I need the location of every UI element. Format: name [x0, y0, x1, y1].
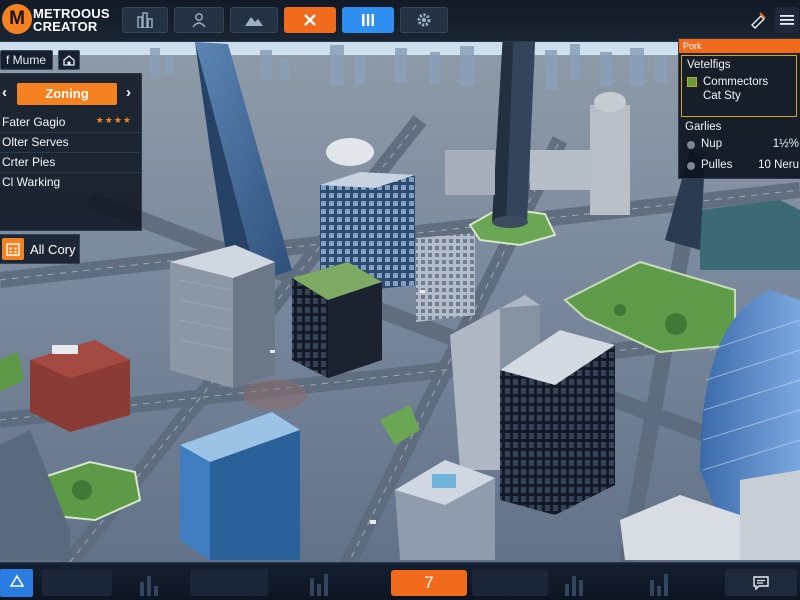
terrain-button[interactable]	[230, 7, 278, 33]
settings-button[interactable]	[400, 7, 448, 33]
connectors-label: Commectors	[703, 76, 769, 88]
status-dot	[687, 162, 695, 170]
worker-icon	[192, 13, 206, 28]
close-icon	[304, 14, 316, 26]
zoning-title: Zoning	[17, 83, 117, 105]
zoning-item[interactable]: Cl Warking	[2, 175, 138, 189]
app-logo-text: METROOUS CREATOR	[33, 7, 110, 33]
divider	[0, 152, 142, 153]
workers-button[interactable]	[174, 7, 224, 33]
toolbar-slot[interactable]	[472, 569, 548, 596]
zoning-header: ‹ Zoning ›	[0, 80, 142, 106]
zoning-item-label: Fater Gagio	[2, 115, 66, 129]
stats-bars-icon	[650, 574, 668, 596]
zoning-item-label: Olter Serves	[2, 135, 69, 149]
city-name-label: f Mume	[6, 53, 47, 67]
gear-icon	[417, 13, 431, 27]
stat-label: Pulles	[701, 159, 733, 171]
speed-indicator-button[interactable]: 7	[391, 570, 467, 596]
menu-icon	[780, 15, 794, 25]
city-buildings-icon	[137, 12, 153, 28]
zoning-item[interactable]: Fater Gagio ★★★★	[2, 115, 138, 129]
chat-button[interactable]	[725, 569, 797, 596]
connectors-icon	[687, 77, 697, 87]
stats-bars-icon	[140, 576, 158, 596]
city-name-chip[interactable]: f Mume	[0, 50, 53, 70]
stat-label: Nup	[701, 138, 723, 150]
app-logo-badge: M	[2, 4, 32, 34]
stat-value: 1½%	[772, 138, 799, 150]
top-toolbar: M METROOUS CREATOR	[0, 0, 800, 42]
alert-button[interactable]	[0, 569, 33, 597]
bulldoze-tool-button[interactable]	[745, 7, 771, 33]
galleries-title: Garlies	[685, 121, 722, 133]
category-icon-box	[2, 238, 24, 260]
toolbar-slot[interactable]	[190, 569, 268, 596]
zoning-item-label: Crter Pies	[2, 155, 56, 169]
home-icon	[63, 54, 75, 66]
zoning-prev-arrow[interactable]: ‹	[2, 84, 7, 101]
zoning-item-label: Cl Warking	[2, 175, 61, 189]
calendar-grid-icon	[6, 243, 20, 256]
main-menu-button[interactable]	[775, 7, 799, 33]
stats-bars-icon	[310, 574, 328, 596]
logo-line-2: CREATOR	[33, 19, 98, 34]
zoning-item[interactable]: Olter Serves	[2, 135, 138, 149]
bulldoze-icon	[751, 12, 766, 29]
columns-view-button[interactable]	[342, 7, 394, 33]
terrain-icon	[245, 17, 263, 26]
zoning-panel: ‹ Zoning › Fater Gagio ★★★★ Olter Serves…	[0, 73, 142, 231]
chat-icon	[753, 575, 769, 590]
toolbar-slot[interactable]	[42, 569, 112, 596]
home-button[interactable]	[58, 50, 80, 70]
all-category-label: All Cory	[30, 241, 76, 257]
city-buildings-button[interactable]	[122, 7, 168, 33]
zoning-next-arrow[interactable]: ›	[126, 84, 131, 101]
info-panel: Pork Vetelfigs Commectors Cat Sty Garlie…	[678, 38, 800, 179]
status-dot	[687, 141, 695, 149]
bulldoze-mode-button[interactable]	[284, 7, 336, 33]
zoning-item[interactable]: Crter Pies	[2, 155, 138, 169]
city-style-label: Cat Sty	[703, 90, 741, 102]
divider	[0, 132, 142, 133]
bottom-toolbar: 7	[0, 562, 800, 600]
vehicles-title: Vetelfigs	[687, 59, 731, 71]
stats-bars-icon	[565, 576, 583, 596]
rating-stars: ★★★★	[95, 115, 132, 125]
info-panel-header: Pork	[679, 39, 800, 53]
all-category-button[interactable]: All Cory	[0, 234, 80, 264]
triangle-icon	[9, 574, 24, 587]
columns-icon	[362, 14, 374, 26]
stat-value: 10 Neru	[758, 159, 799, 171]
divider	[0, 172, 142, 173]
